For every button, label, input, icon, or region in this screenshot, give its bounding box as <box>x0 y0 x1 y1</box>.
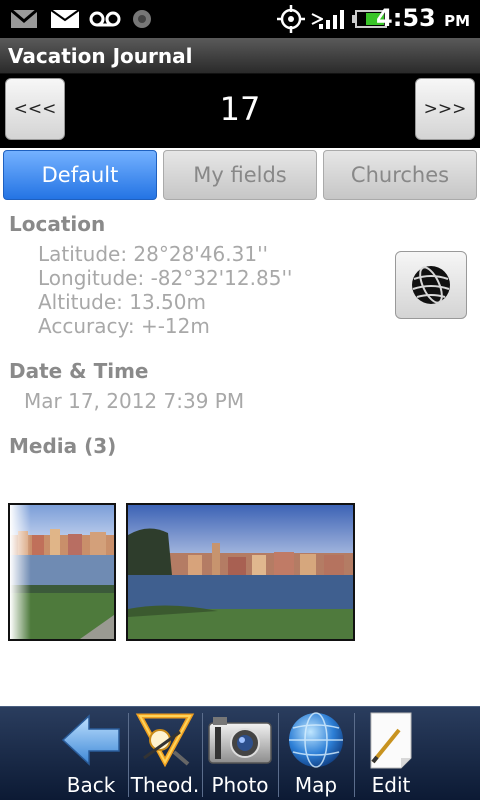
bottom-toolbar: Back Theod. Photo Map Edit <box>0 706 480 800</box>
voicemail-icon <box>89 11 121 27</box>
entry-number: 17 <box>219 90 261 128</box>
accuracy-value: Accuracy: +-12m <box>38 314 210 338</box>
gmail-icon <box>10 8 38 28</box>
date-time-heading: Date & Time <box>9 359 149 383</box>
toolbar-divider <box>354 713 355 797</box>
latitude-value: Latitude: 28°28'46.31'' <box>38 242 269 266</box>
back-button[interactable]: Back <box>56 707 126 800</box>
email-icon <box>50 9 80 28</box>
title-bar: Vacation Journal <box>0 38 480 74</box>
app-notification-icon <box>133 10 151 28</box>
date-time-value: Mar 17, 2012 7:39 PM <box>24 389 245 413</box>
signal-icon <box>319 10 344 29</box>
theodolite-icon <box>135 713 195 768</box>
toolbar-divider <box>128 713 129 797</box>
theodolite-button[interactable]: Theod. <box>130 707 200 800</box>
tab-churches[interactable]: Churches <box>323 150 477 200</box>
media-thumbnail[interactable] <box>8 503 116 641</box>
entry-navigator: <<< 17 >>> <box>0 74 480 148</box>
camera-icon <box>208 717 272 764</box>
theodolite-label: Theod. <box>130 773 200 797</box>
edit-note-icon <box>370 712 412 769</box>
globe-icon <box>412 266 450 304</box>
edit-label: Edit <box>371 773 411 797</box>
edit-button[interactable]: Edit <box>356 707 426 800</box>
map-label: Map <box>294 773 338 797</box>
clock: 4:53 PM <box>376 4 470 32</box>
tab-default[interactable]: Default <box>3 150 157 200</box>
longitude-value: Longitude: -82°32'12.85'' <box>38 266 293 290</box>
tab-my-fields[interactable]: My fields <box>163 150 317 200</box>
photo-button[interactable]: Photo <box>204 707 276 800</box>
show-on-map-button[interactable] <box>395 251 467 319</box>
photo-label: Photo <box>211 773 269 797</box>
media-thumbnail[interactable] <box>126 503 355 641</box>
altitude-value: Altitude: 13.50m <box>38 290 206 314</box>
tab-bar: Default My fields Churches <box>0 148 480 202</box>
location-heading: Location <box>9 212 106 236</box>
toolbar-divider <box>278 713 279 797</box>
status-bar: 4:53 PM <box>0 0 480 38</box>
back-arrow-icon <box>61 714 120 766</box>
app-title: Vacation Journal <box>8 44 193 68</box>
gps-icon <box>277 5 305 33</box>
map-button[interactable]: Map <box>280 707 352 800</box>
toolbar-divider <box>202 713 203 797</box>
media-heading: Media (3) <box>9 434 117 458</box>
globe-icon <box>289 712 343 768</box>
back-label: Back <box>66 773 116 797</box>
next-entry-button[interactable]: >>> <box>415 78 475 140</box>
